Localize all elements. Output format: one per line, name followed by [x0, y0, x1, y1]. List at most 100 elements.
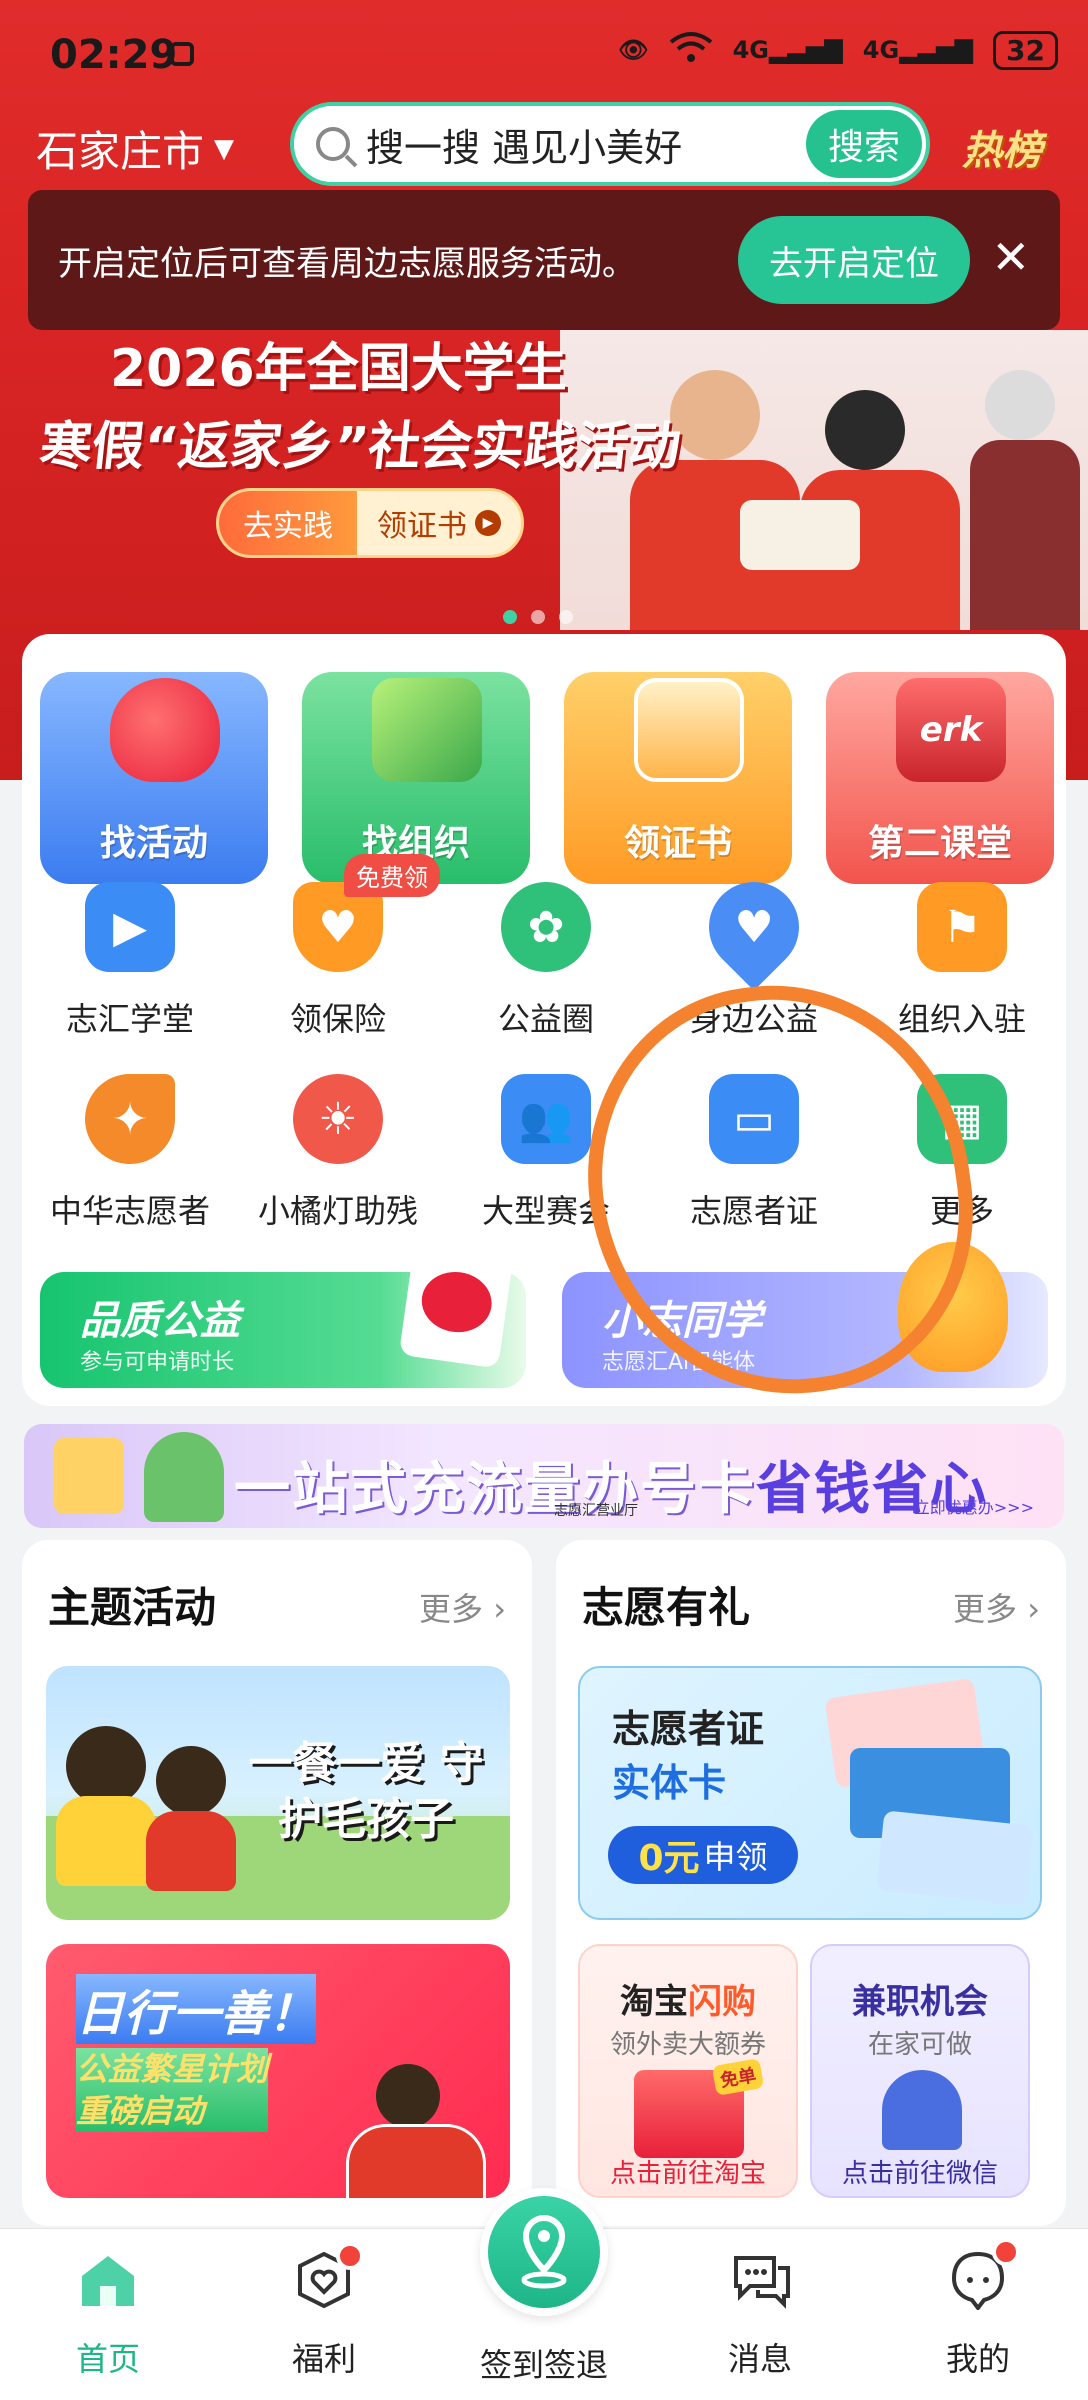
status-bar: 02:29 👁 4G▂▃▅▇ 4G▂▃▅▇ 32 — [0, 0, 1088, 110]
search-bar[interactable]: 搜一搜 遇见小美好 搜索 — [290, 102, 930, 186]
grid-item-charity-circle[interactable]: ✿ 公益圈 — [446, 882, 646, 1052]
notification-dot — [992, 2238, 1020, 2266]
job-title: 兼职机会 — [852, 1982, 988, 2022]
page-dot — [503, 610, 517, 624]
page-dot — [531, 610, 545, 624]
apply-button[interactable]: 0元 申领 — [608, 1826, 798, 1884]
promo-title: 品质公益 — [80, 1298, 240, 1344]
wifi-icon — [669, 30, 713, 70]
person-shirt — [56, 1796, 156, 1886]
sun-heart-icon: ☀ — [293, 1074, 383, 1164]
ad-source: 志愿汇营业厅 — [554, 1503, 638, 1519]
grid-label: 领保险 — [289, 1000, 386, 1038]
nav-label: 首页 — [75, 2340, 140, 2378]
grid-label: 志汇学堂 — [65, 1000, 194, 1038]
home-icon — [78, 2250, 138, 2310]
promo-subtitle: 参与可申请时长 — [80, 1350, 235, 1375]
nav-profile[interactable]: 我的 — [908, 2238, 1048, 2380]
banner-pagination — [503, 610, 573, 624]
people-icon: 👥 — [501, 1074, 591, 1164]
page-dot — [559, 610, 573, 624]
promo-quality-charity[interactable]: 品质公益 参与可申请时长 — [40, 1245, 526, 1388]
theme-card-pets[interactable]: 一餐一爱 守护毛孩子 — [46, 1666, 510, 1920]
grid-item-china-volunteer[interactable]: ✦ 中华志愿者 — [30, 1074, 230, 1244]
more-link[interactable]: 更多 › — [419, 1584, 506, 1630]
more-link-label: 更多 — [953, 1590, 1018, 1628]
play-icon: ▶ — [475, 510, 501, 536]
close-icon[interactable]: ✕ — [991, 234, 1030, 280]
city-selector[interactable]: 石家庄市 ▼ — [36, 118, 234, 179]
notification-dot — [336, 2242, 364, 2270]
worker-figure — [882, 2070, 962, 2150]
gift-card-volunteer-id[interactable]: 志愿者证 实体卡 0元 申领 — [578, 1666, 1042, 1920]
banner-title[interactable]: 2026年全国大学生 寒假“返家乡”社会实践活动 — [37, 330, 684, 486]
certificate-icon — [634, 678, 744, 782]
sim-card-icon — [54, 1438, 124, 1514]
location-heart-icon: ♥ — [690, 863, 818, 991]
nav-label: 消息 — [727, 2340, 792, 2378]
gift-card-parttime[interactable]: 兼职机会 在家可做 点击前往微信 — [810, 1944, 1030, 2198]
nav-label: 签到签退 — [479, 2346, 608, 2384]
card-subtitle: 公益繁星计划 重磅启动 — [76, 2048, 269, 2132]
nav-checkin-label[interactable]: 签到签退 — [474, 2340, 614, 2386]
hot-list-link[interactable]: 热榜 — [962, 118, 1042, 176]
theme-card-text: 一餐一爱 守护毛孩子 — [248, 1738, 484, 1845]
card-subtitle-2: 重磅启动 — [76, 2092, 205, 2130]
grid-label: 小橘灯助残 — [257, 1192, 418, 1230]
tile-label: 找活动 — [99, 823, 208, 864]
tile-find-activity[interactable]: 找活动 — [40, 672, 268, 884]
job-footer: 点击前往微信 — [841, 2159, 998, 2189]
volunteer-vest — [346, 2124, 486, 2198]
theme-card-good-deeds[interactable]: 日行一善！ 公益繁星计划 重磅启动 — [46, 1944, 510, 2198]
signal-icon: 4G▂▃▅▇ — [732, 36, 843, 64]
status-time: 02:29 — [50, 32, 178, 78]
person-figure-2 — [156, 1746, 226, 1816]
tile-second-classroom[interactable]: erk 第二课堂 — [826, 672, 1054, 884]
flower-icon: ✿ — [501, 882, 591, 972]
cert-button-label: 领证书 — [377, 509, 467, 544]
grid-item-lamp-aid[interactable]: ☀ 小橘灯助残 — [238, 1074, 438, 1244]
ad-headline-a: 一站式充流量办号卡 — [234, 1457, 756, 1522]
location-notice: 开启定位后可查看周边志愿服务活动。 去开启定位 ✕ — [28, 190, 1060, 330]
tile-certificate[interactable]: 领证书 — [564, 672, 792, 884]
ad-cta[interactable]: 立即优惠办>>> — [914, 1494, 1034, 1518]
job-subtitle: 在家可做 — [867, 2030, 972, 2060]
tile-find-organization[interactable]: 找组织 — [302, 672, 530, 884]
elder-coat — [970, 440, 1080, 630]
grid-item-study[interactable]: ▶ 志汇学堂 — [30, 882, 230, 1052]
taobao-title-b: 闪购 — [688, 1982, 756, 2022]
flag-icon: ⚑ — [917, 882, 1007, 972]
eye-icon: 👁 — [618, 36, 649, 64]
status-icons: 👁 4G▂▃▅▇ 4G▂▃▅▇ 32 — [618, 30, 1058, 70]
card-subtitle: 实体卡 — [612, 1761, 727, 1805]
caret-down-icon: ▼ — [214, 133, 235, 164]
checkin-button[interactable] — [480, 2188, 608, 2316]
banner-action-pill[interactable]: 去实践 领证书 ▶ — [216, 488, 524, 558]
grid-item-org-join[interactable]: ⚑ 组织入驻 — [862, 882, 1062, 1052]
cert-button[interactable]: 领证书 ▶ — [357, 501, 521, 545]
nav-home[interactable]: 首页 — [38, 2250, 178, 2380]
battery-indicator: 32 — [993, 30, 1058, 70]
nav-messages[interactable]: 消息 — [690, 2250, 830, 2380]
enable-location-button[interactable]: 去开启定位 — [738, 216, 970, 304]
bird-icon: ✦ — [85, 1074, 175, 1164]
volunteer-figure-2 — [825, 390, 905, 470]
grid-item-insurance[interactable]: ♥ 领保险 — [238, 882, 438, 1052]
nav-benefits[interactable]: 福利 — [254, 2242, 394, 2380]
taobao-title-a: 淘宝 — [620, 1982, 688, 2022]
search-icon — [316, 127, 350, 161]
banner-title-line1: 2026年全国大学生 — [110, 339, 567, 399]
gift-card-taobao[interactable]: 淘宝闪购 领外卖大额券 免单 点击前往淘宝 — [578, 1944, 798, 2198]
apply-price: 0元 — [638, 1838, 700, 1879]
practice-button[interactable]: 去实践 — [219, 491, 357, 555]
grid-label: 中华志愿者 — [49, 1192, 210, 1230]
taobao-title: 淘宝闪购 — [580, 1974, 796, 2023]
free-tag: 免单 — [711, 2058, 765, 2096]
signal-icon-2: 4G▂▃▅▇ — [862, 36, 974, 64]
more-link[interactable]: 更多 › — [953, 1584, 1040, 1630]
mascot-icon — [144, 1432, 224, 1522]
search-button[interactable]: 搜索 — [806, 110, 922, 178]
search-input[interactable]: 搜一搜 遇见小美好 — [366, 117, 682, 172]
ad-banner[interactable]: 一站式充流量办号卡省钱省心 志愿汇营业厅 立即优惠办>>> — [24, 1424, 1064, 1528]
apply-label: 申领 — [703, 1838, 768, 1876]
